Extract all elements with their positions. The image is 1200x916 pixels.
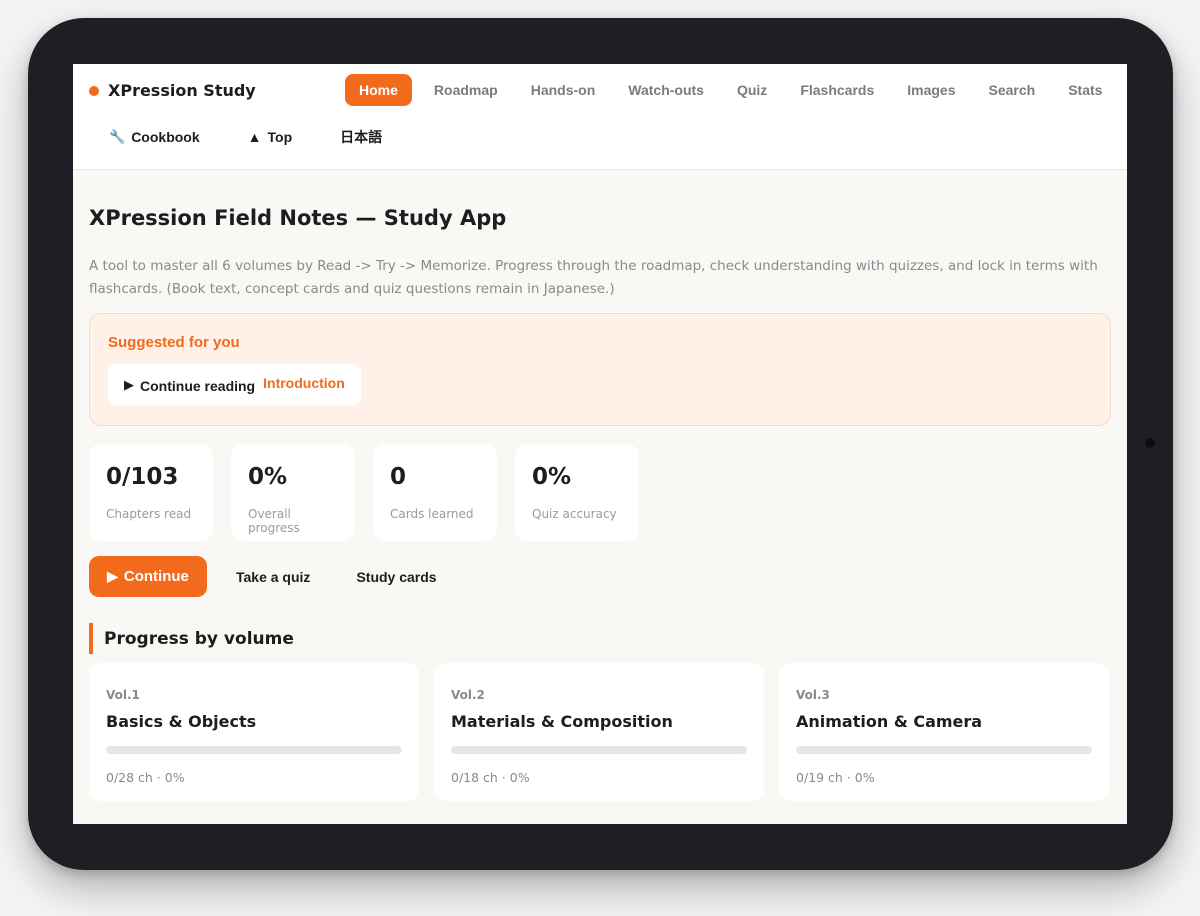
nav-flashcards[interactable]: Flashcards — [784, 74, 890, 106]
study-cards-button[interactable]: Study cards — [356, 569, 436, 585]
page-title: XPression Field Notes — Study App — [89, 206, 507, 230]
stat-overall-progress: 0% Overall progress — [231, 444, 355, 541]
page-description: A tool to master all 6 volumes by Read -… — [89, 258, 1098, 297]
volume-title: Animation & Camera — [796, 712, 983, 731]
volume-progress-bar — [106, 746, 402, 754]
stat-label: Overall progress — [248, 507, 300, 535]
triangle-up-icon: ▲ — [247, 129, 262, 145]
progress-section-title: Progress by volume — [89, 623, 1111, 654]
stat-value: 0/103 — [106, 464, 179, 490]
brand[interactable]: XPression Study — [89, 81, 256, 100]
stat-chapters-read: 0/103 Chapters read — [89, 444, 213, 541]
nav-images[interactable]: Images — [891, 74, 971, 106]
volume-progress-bar — [796, 746, 1092, 754]
nav-search[interactable]: Search — [973, 74, 1052, 106]
wrench-icon: 🔧 — [109, 129, 126, 144]
continue-reading-button[interactable]: ▶ Continue reading Introduction — [108, 364, 361, 405]
brand-dot-icon — [89, 85, 99, 96]
volume-title: Materials & Composition — [451, 712, 673, 731]
suggestion-title: Suggested for you — [108, 334, 240, 351]
volume-number: Vol.3 — [796, 688, 830, 702]
volume-card[interactable]: Vol.2 Materials & Composition 0/18 ch · … — [434, 663, 764, 801]
brand-title: XPression Study — [108, 81, 256, 100]
nav-top[interactable]: ▲ Top — [248, 129, 292, 145]
stat-value: 0% — [532, 464, 572, 490]
tablet-frame: XPression Study Home Roadmap Hands-on Wa… — [28, 18, 1173, 870]
volume-progress-bar — [451, 746, 747, 754]
volume-card[interactable]: Vol.1 Basics & Objects 0/28 ch · 0% — [89, 663, 419, 801]
stat-label: Quiz accuracy — [532, 507, 617, 521]
stat-value: 0% — [248, 464, 288, 490]
volume-meta: 0/28 ch · 0% — [106, 770, 185, 785]
suggested-chapter: Introduction — [263, 375, 345, 391]
main-nav: Home Roadmap Hands-on Watch-outs Quiz Fl… — [345, 74, 1119, 106]
stat-label: Cards learned — [390, 507, 474, 521]
app-screen: XPression Study Home Roadmap Hands-on Wa… — [73, 64, 1127, 824]
volume-title: Basics & Objects — [106, 712, 257, 731]
camera-dot — [1145, 438, 1155, 448]
volume-meta: 0/19 ch · 0% — [796, 770, 875, 785]
stats-row: 0/103 Chapters read 0% Overall progress … — [89, 444, 1111, 541]
stat-value: 0 — [390, 464, 407, 490]
continue-reading-label: Continue reading — [140, 378, 256, 394]
volume-number: Vol.2 — [451, 688, 485, 702]
volume-number: Vol.1 — [106, 688, 140, 702]
nav-top-label: Top — [267, 129, 293, 145]
play-icon: ▶ — [107, 568, 118, 584]
volume-grid: Vol.1 Basics & Objects 0/28 ch · 0% Vol.… — [89, 663, 1111, 801]
stat-cards-learned: 0 Cards learned — [373, 444, 497, 541]
secondary-nav: 🔧 Cookbook ▲ Top 日本語 — [109, 127, 430, 147]
continue-button[interactable]: ▶ Continue — [89, 556, 207, 597]
action-row: ▶ Continue Take a quiz Study cards — [89, 556, 1111, 597]
nav-cookbook-label: Cookbook — [131, 129, 200, 145]
nav-watch-outs[interactable]: Watch-outs — [612, 74, 720, 106]
stat-label: Chapters read — [106, 507, 192, 521]
nav-home[interactable]: Home — [345, 74, 412, 106]
take-quiz-button[interactable]: Take a quiz — [236, 569, 310, 585]
nav-language-toggle[interactable]: 日本語 — [340, 127, 382, 147]
continue-button-label: Continue — [123, 568, 189, 585]
volume-meta: 0/18 ch · 0% — [451, 770, 530, 785]
app-header: XPression Study Home Roadmap Hands-on Wa… — [73, 64, 1127, 170]
main-content: XPression Field Notes — Study App A tool… — [73, 206, 1127, 824]
nav-roadmap[interactable]: Roadmap — [418, 74, 514, 106]
nav-hands-on[interactable]: Hands-on — [515, 74, 612, 106]
play-icon: ▶ — [124, 376, 134, 392]
nav-stats[interactable]: Stats — [1052, 74, 1118, 106]
suggestion-panel: Suggested for you ▶ Continue reading Int… — [89, 313, 1111, 426]
volume-card[interactable]: Vol.3 Animation & Camera 0/19 ch · 0% — [779, 663, 1109, 801]
stat-quiz-accuracy: 0% Quiz accuracy — [515, 444, 639, 541]
nav-cookbook[interactable]: 🔧 Cookbook — [109, 129, 200, 145]
nav-quiz[interactable]: Quiz — [721, 74, 783, 106]
